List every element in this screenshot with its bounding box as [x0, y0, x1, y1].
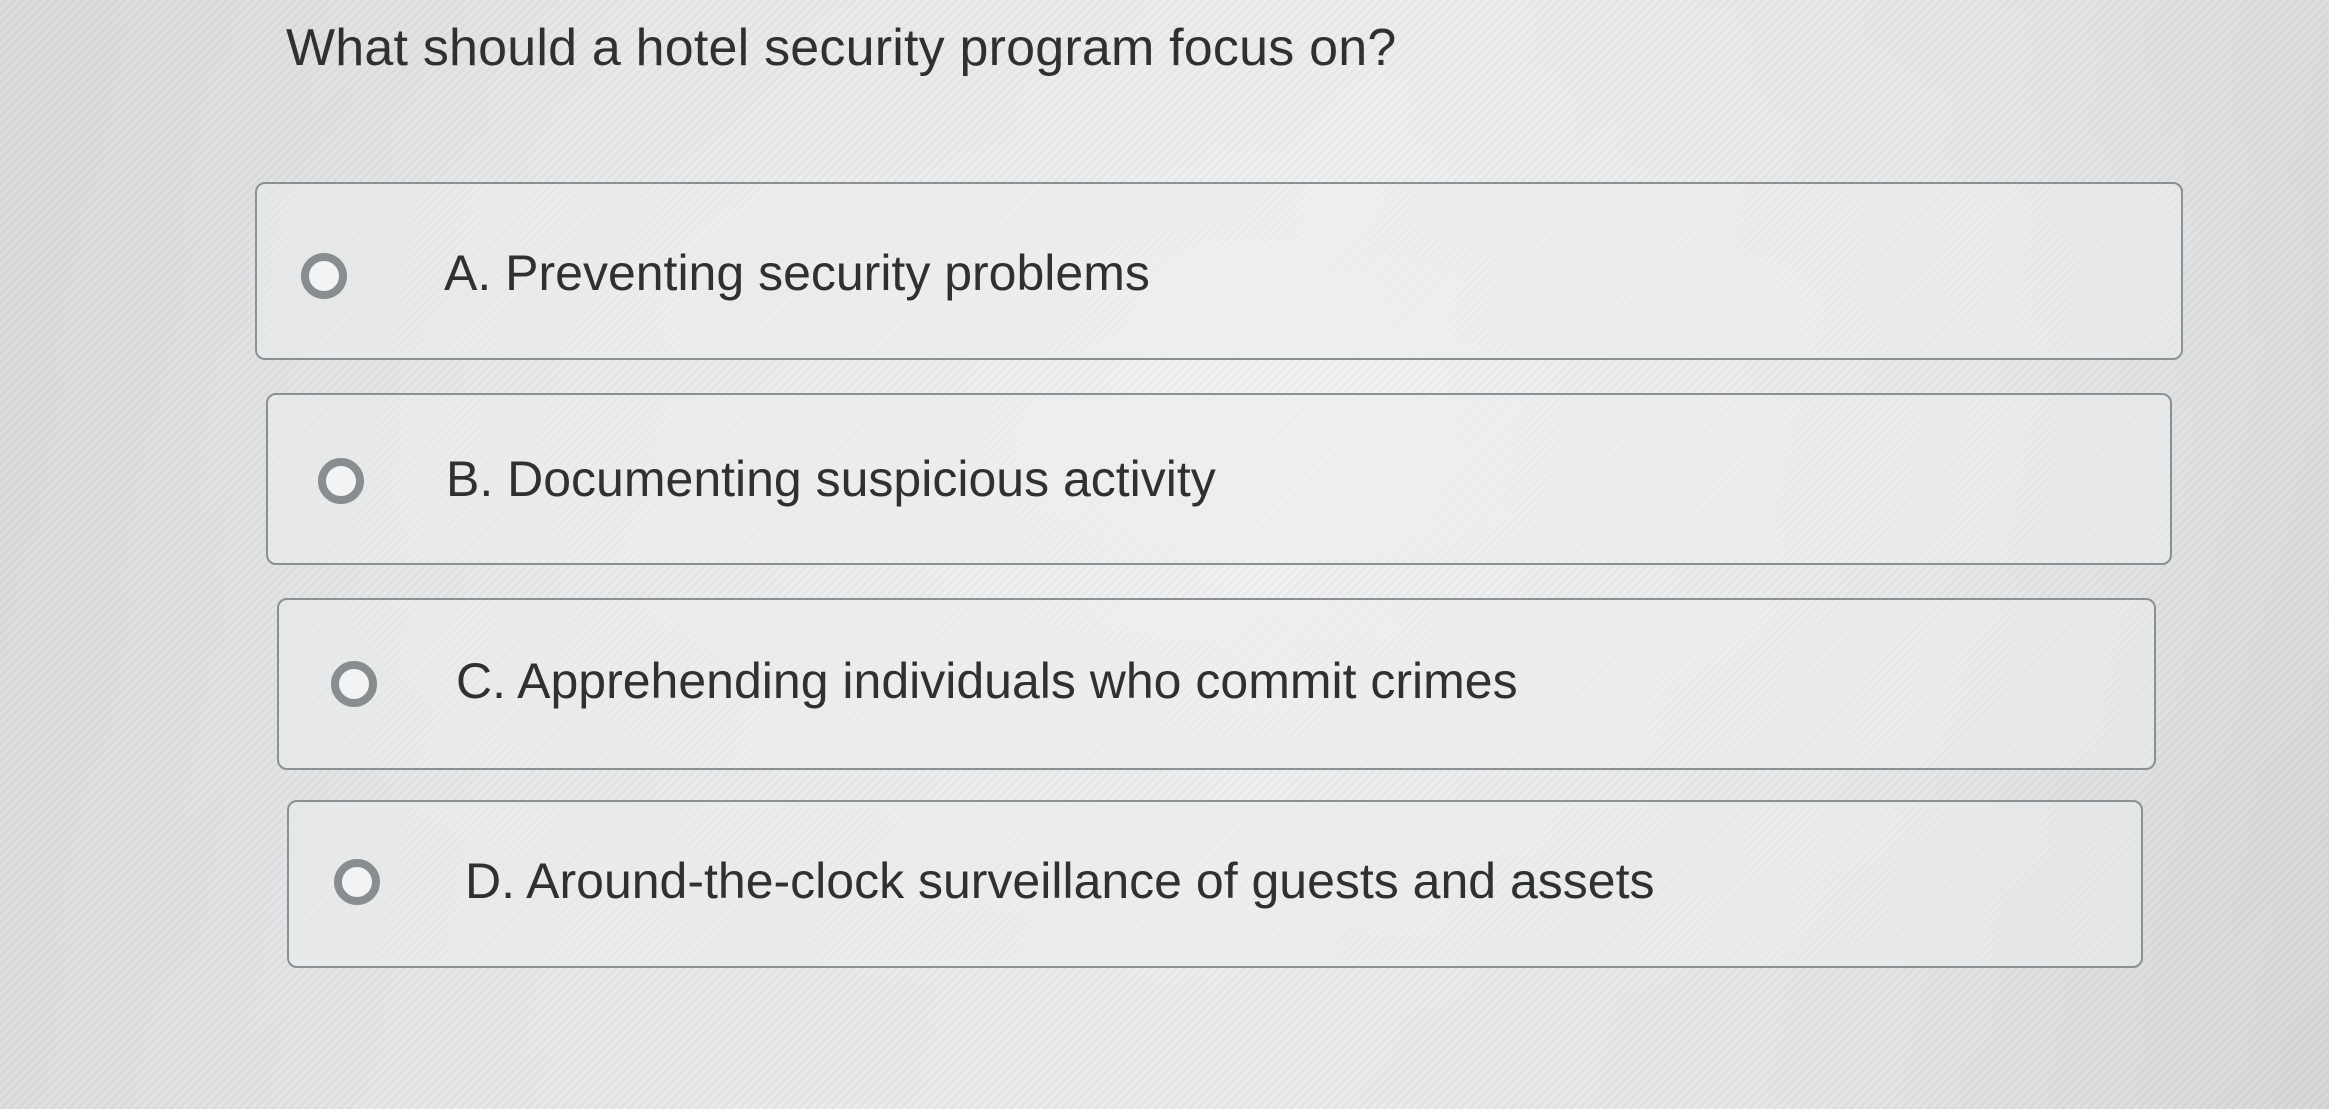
answer-label-d: D. Around-the-clock surveillance of gues… — [465, 853, 1655, 909]
radio-button-d[interactable] — [334, 859, 380, 905]
radio-button-b[interactable] — [318, 458, 364, 504]
answer-option-c[interactable]: C. Apprehending individuals who commit c… — [277, 598, 2156, 770]
answer-label-a: A. Preventing security problems — [444, 245, 1150, 301]
radio-button-a[interactable] — [301, 253, 347, 299]
answer-label-b: B. Documenting suspicious activity — [446, 451, 1216, 507]
answer-option-d[interactable]: D. Around-the-clock surveillance of gues… — [287, 800, 2143, 968]
answer-option-a[interactable]: A. Preventing security problems — [255, 182, 2183, 360]
answer-option-b[interactable]: B. Documenting suspicious activity — [266, 393, 2172, 565]
radio-button-c[interactable] — [331, 661, 377, 707]
question-text: What should a hotel security program foc… — [286, 19, 1397, 77]
answer-label-c: C. Apprehending individuals who commit c… — [456, 653, 1518, 709]
quiz-screen: What should a hotel security program foc… — [0, 0, 2329, 1109]
